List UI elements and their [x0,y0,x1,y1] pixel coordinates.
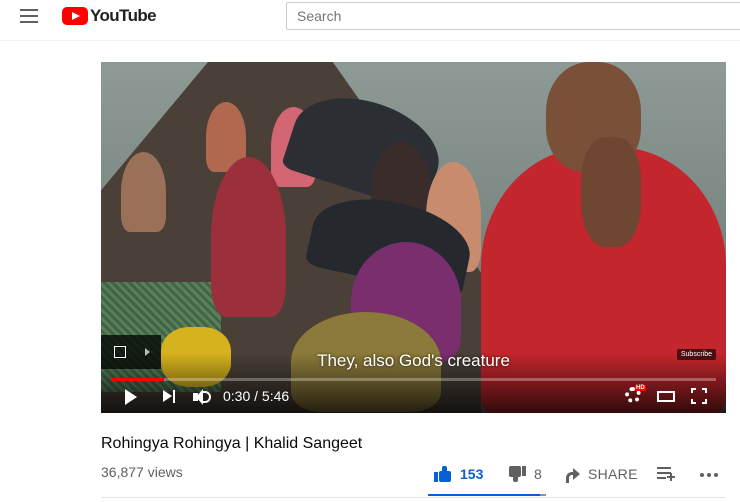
top-bar: YouTube [0,0,740,34]
like-button[interactable]: 153 [434,462,483,486]
like-count: 153 [460,466,484,482]
share-label: SHARE [588,466,638,482]
share-button[interactable]: SHARE [566,462,638,486]
next-icon[interactable] [163,390,175,403]
play-icon[interactable] [125,389,137,405]
thumbs-up-icon [434,466,452,482]
theater-mode-icon[interactable] [657,391,675,402]
volume-icon[interactable] [193,389,211,405]
dislike-count: 8 [534,466,542,482]
player-controls: 0:30 / 5:46 HD [101,385,726,411]
progress-bar[interactable] [111,378,716,381]
time-display: 0:30 / 5:46 [223,388,290,404]
share-icon [566,468,580,483]
hamburger-menu-icon[interactable] [20,9,38,23]
caption-text: They, also God's creature [317,351,510,370]
dislike-button[interactable]: 8 [508,462,542,486]
fullscreen-icon[interactable] [691,388,707,404]
youtube-logo-icon [62,7,88,25]
subscribe-watermark[interactable]: Subscribe [676,349,716,360]
header-divider [0,40,740,41]
hd-badge: HD [635,385,646,391]
youtube-logo[interactable]: YouTube [62,6,157,26]
view-count: 36,877 views [101,464,183,480]
add-to-playlist-icon[interactable] [657,467,675,481]
video-player[interactable]: They, also God's creature Subscribe 0:30… [101,62,726,413]
video-title: Rohingya Rohingya | Khalid Sangeet [101,435,363,452]
sentiment-fill [428,494,541,496]
progress-fill [111,378,164,381]
more-actions-icon[interactable] [700,473,718,477]
thumbs-down-icon [508,466,526,482]
search-input[interactable] [286,2,740,30]
logo-text: YouTube [90,6,157,25]
info-divider [101,497,726,498]
sentiment-bar [428,494,546,496]
